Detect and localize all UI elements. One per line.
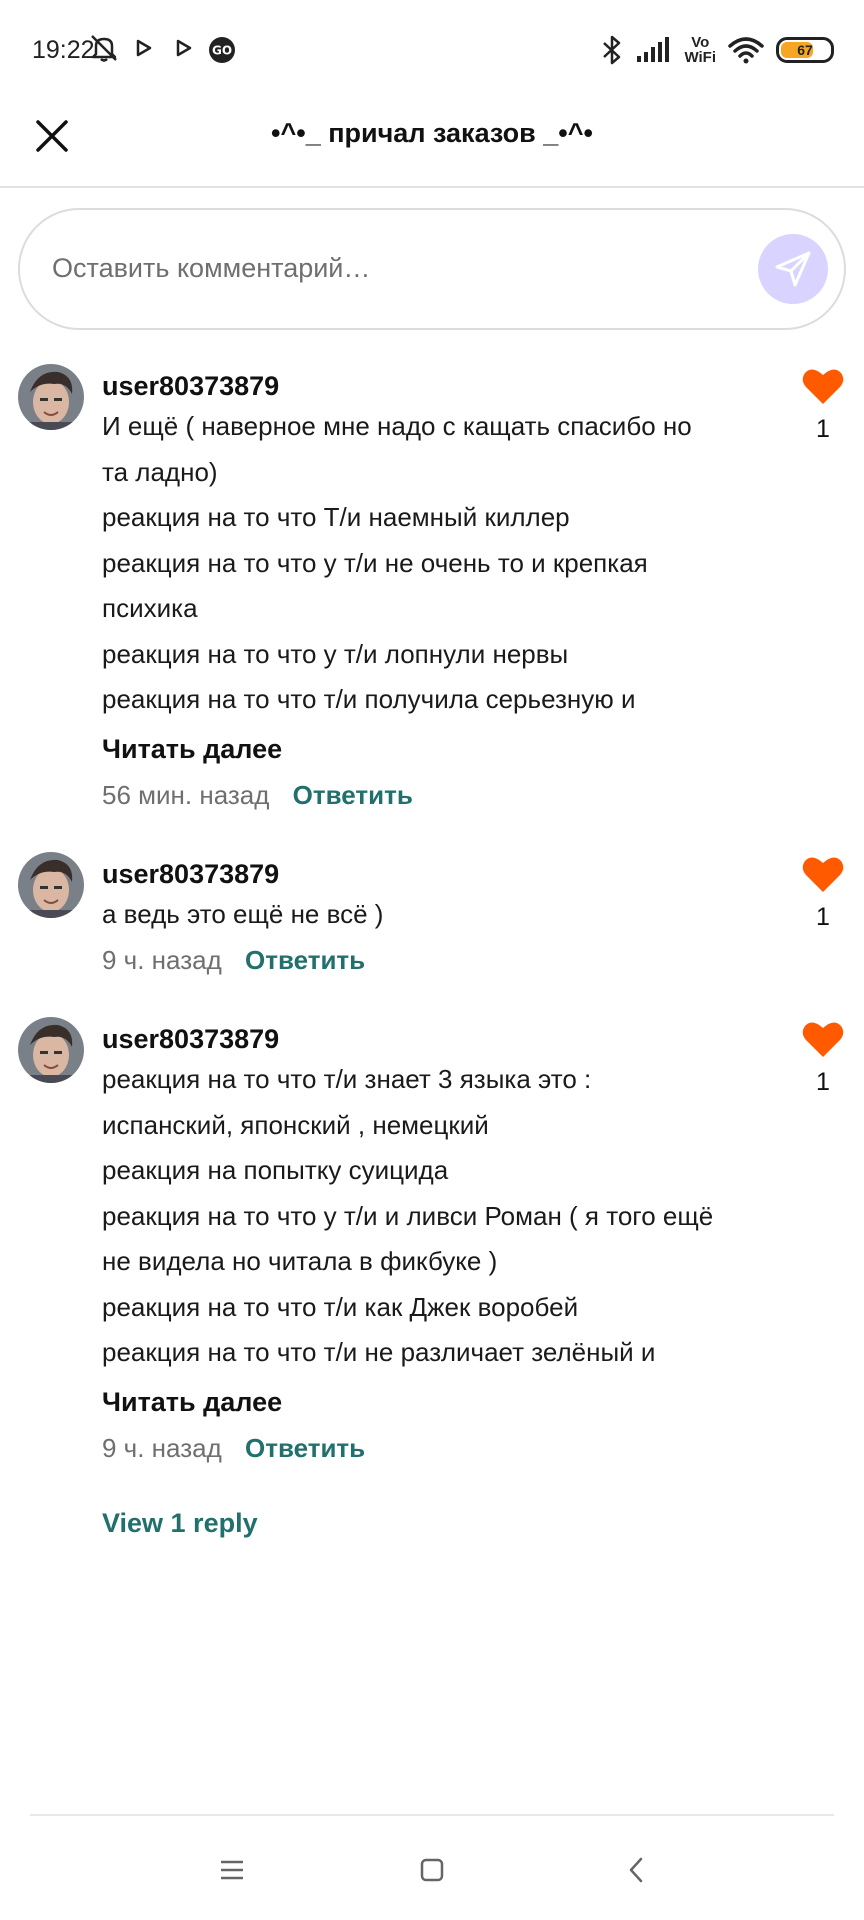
vowifi-bottom: WiFi — [684, 49, 716, 66]
comment-username[interactable]: user80373879 — [102, 368, 762, 404]
vowifi-top: Vo — [691, 34, 710, 51]
like-count: 1 — [816, 415, 830, 443]
comment-line: реакция на попытку суицида — [102, 1155, 449, 1185]
like-button[interactable]: 1 — [798, 1019, 848, 1097]
comment-meta: 9 ч. назад Ответить — [102, 938, 762, 982]
close-icon — [36, 120, 68, 152]
home-button[interactable] — [412, 1850, 452, 1890]
comment-line: И ещё ( наверное мне надо с кащать спаси… — [102, 411, 692, 441]
send-icon — [775, 251, 811, 287]
read-more-link[interactable]: Читать далее — [102, 1378, 762, 1426]
comment-time: 56 мин. назад — [102, 779, 270, 810]
like-button[interactable]: 1 — [798, 366, 848, 444]
header: •^•_ причал заказов _•^• — [0, 100, 864, 188]
reply-button[interactable]: Ответить — [293, 780, 413, 810]
avatar[interactable] — [18, 364, 84, 430]
comment-line: реакция на то что т/и как Джек воробей — [102, 1291, 579, 1322]
like-button[interactable]: 1 — [798, 854, 848, 932]
status-bar: 19:22 GO Vo WiFi 67 — [0, 0, 864, 100]
avatar-image — [18, 1017, 84, 1083]
play-icon — [136, 39, 152, 57]
comment-body: user80373879 И ещё ( наверное мне надо с… — [102, 364, 762, 817]
avatar-image — [18, 852, 84, 918]
avatar[interactable] — [18, 852, 84, 918]
back-button[interactable] — [616, 1850, 656, 1890]
heart-icon — [802, 369, 844, 404]
vowifi-indicator: Vo WiFi — [684, 35, 716, 65]
comment-text: И ещё ( наверное мне надо с кащать спаси… — [102, 404, 762, 723]
comment-body: user80373879 а ведь это ещё не всё ) 9 ч… — [102, 852, 762, 982]
comment-line: не видела но читала в фикбуке ) — [102, 1246, 498, 1276]
view-replies-button[interactable]: View 1 reply — [102, 1508, 258, 1539]
comment-line: реакция на то что т/и получила серьезную… — [102, 684, 636, 714]
back-icon — [629, 1857, 643, 1883]
comment-text: а ведь это ещё не всё ) — [102, 892, 762, 938]
mute-icon — [91, 35, 117, 62]
comment-input-container — [18, 208, 846, 330]
comment-meta: 9 ч. назад Ответить — [102, 1426, 762, 1470]
comment-line: реакция на то что т/и знает 3 языка это … — [102, 1064, 592, 1094]
comment-input[interactable] — [52, 238, 732, 298]
comment-text: реакция на то что т/и знает 3 языка это … — [102, 1057, 762, 1376]
send-button[interactable] — [758, 234, 828, 304]
comment-line: реакция на то что у т/и лопнули нервы — [102, 638, 569, 669]
heart-icon — [802, 857, 844, 892]
comment-body: user80373879 реакция на то что т/и знает… — [102, 1017, 762, 1470]
play-icon — [176, 39, 192, 57]
status-time: 19:22 — [32, 36, 95, 64]
close-button[interactable] — [30, 114, 74, 158]
status-right-group: Vo WiFi 67 — [600, 28, 834, 72]
go-icon: GO — [209, 37, 235, 63]
heart-icon — [802, 1022, 844, 1057]
battery-icon: 67 — [776, 37, 834, 63]
reply-button[interactable]: Ответить — [245, 945, 365, 975]
like-count: 1 — [816, 903, 830, 931]
read-more-link[interactable]: Читать далее — [102, 725, 762, 773]
comment-time: 9 ч. назад — [102, 1432, 222, 1463]
bluetooth-icon — [603, 35, 621, 65]
comment-line: реакция на то что у т/и не очень то и кр… — [102, 547, 648, 578]
page-title: •^•_ причал заказов _•^• — [271, 118, 593, 148]
comment-line: та ладно) — [102, 456, 218, 487]
home-icon — [420, 1858, 444, 1882]
comment-line: реакция на то что у т/и и ливси Роман ( … — [102, 1200, 714, 1231]
nav-divider — [30, 1814, 834, 1816]
svg-text:GO: GO — [212, 44, 232, 58]
comment-line: реакция на то что Т/и наемный киллер — [102, 502, 570, 532]
menu-icon — [221, 1860, 243, 1880]
like-count: 1 — [816, 1068, 830, 1096]
comment-time: 9 ч. назад — [102, 944, 222, 975]
comment-line: реакция на то что т/и не различает зелён… — [102, 1337, 656, 1367]
avatar[interactable] — [18, 1017, 84, 1083]
system-nav-bar — [0, 1840, 864, 1900]
signal-icon — [637, 37, 670, 62]
avatar-image — [18, 364, 84, 430]
comment-line: испанский, японский , немецкий — [102, 1109, 489, 1140]
comment-meta: 56 мин. назад Ответить — [102, 773, 762, 817]
menu-button[interactable] — [212, 1850, 252, 1890]
comment-line: психика — [102, 593, 198, 623]
reply-button[interactable]: Ответить — [245, 1433, 365, 1463]
comment-line: а ведь это ещё не всё ) — [102, 899, 384, 929]
battery-level: 67 — [797, 42, 813, 58]
wifi-icon — [728, 37, 764, 64]
comment-username[interactable]: user80373879 — [102, 1021, 762, 1057]
comment-username[interactable]: user80373879 — [102, 856, 762, 892]
